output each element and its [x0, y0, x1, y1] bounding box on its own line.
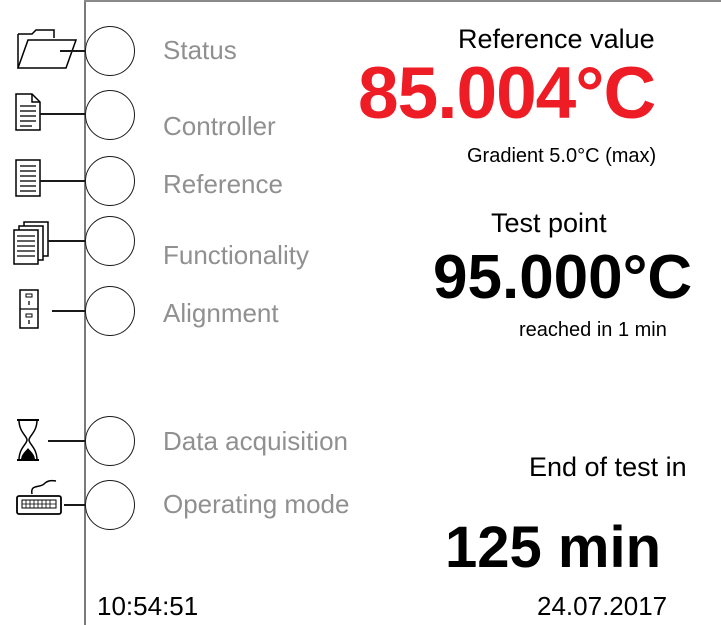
test-point-title: Test point [491, 208, 607, 238]
reference-value-title: Reference value [458, 24, 655, 54]
connector-line [48, 240, 85, 242]
nav-label-reference: Reference [163, 169, 283, 199]
nav-label-controller: Controller [163, 111, 276, 141]
list-document-icon [15, 159, 41, 197]
reference-value-readout: 85.004°C [358, 53, 656, 134]
end-of-test-readout: 125 min [445, 515, 661, 580]
file-cabinet-icon [19, 289, 39, 329]
connector-line [60, 50, 85, 52]
reference-indicator-circle[interactable] [85, 156, 135, 206]
nav-label-alignment: Alignment [163, 298, 279, 328]
stacked-documents-icon [13, 221, 49, 265]
operating-mode-indicator-circle[interactable] [85, 480, 135, 530]
connector-line [64, 504, 85, 506]
keyboard-icon [16, 479, 62, 515]
connector-line [48, 440, 85, 442]
nav-label-status: Status [163, 35, 237, 65]
end-of-test-title: End of test in [529, 452, 687, 482]
nav-label-data-acquisition: Data acquisition [163, 426, 348, 456]
alignment-indicator-circle[interactable] [85, 286, 135, 336]
nav-label-operating-mode: Operating mode [163, 489, 350, 519]
test-point-readout: 95.000°C [433, 243, 693, 312]
reached-text: reached in 1 min [519, 319, 667, 341]
connector-line [40, 180, 85, 182]
current-date: 24.07.2017 [537, 591, 668, 621]
document-icon [15, 93, 41, 131]
status-indicator-circle[interactable] [85, 26, 135, 76]
top-border [84, 0, 721, 2]
connector-line [40, 113, 85, 115]
gradient-text: Gradient 5.0°C (max) [467, 145, 657, 167]
controller-indicator-circle[interactable] [85, 90, 135, 140]
clock-time: 10:54:51 [97, 591, 199, 621]
functionality-indicator-circle[interactable] [85, 216, 135, 266]
nav-label-functionality: Functionality [163, 240, 309, 270]
data-acquisition-indicator-circle[interactable] [85, 416, 135, 466]
folder-icon [16, 29, 78, 69]
hourglass-icon [17, 419, 39, 461]
connector-line [52, 310, 85, 312]
